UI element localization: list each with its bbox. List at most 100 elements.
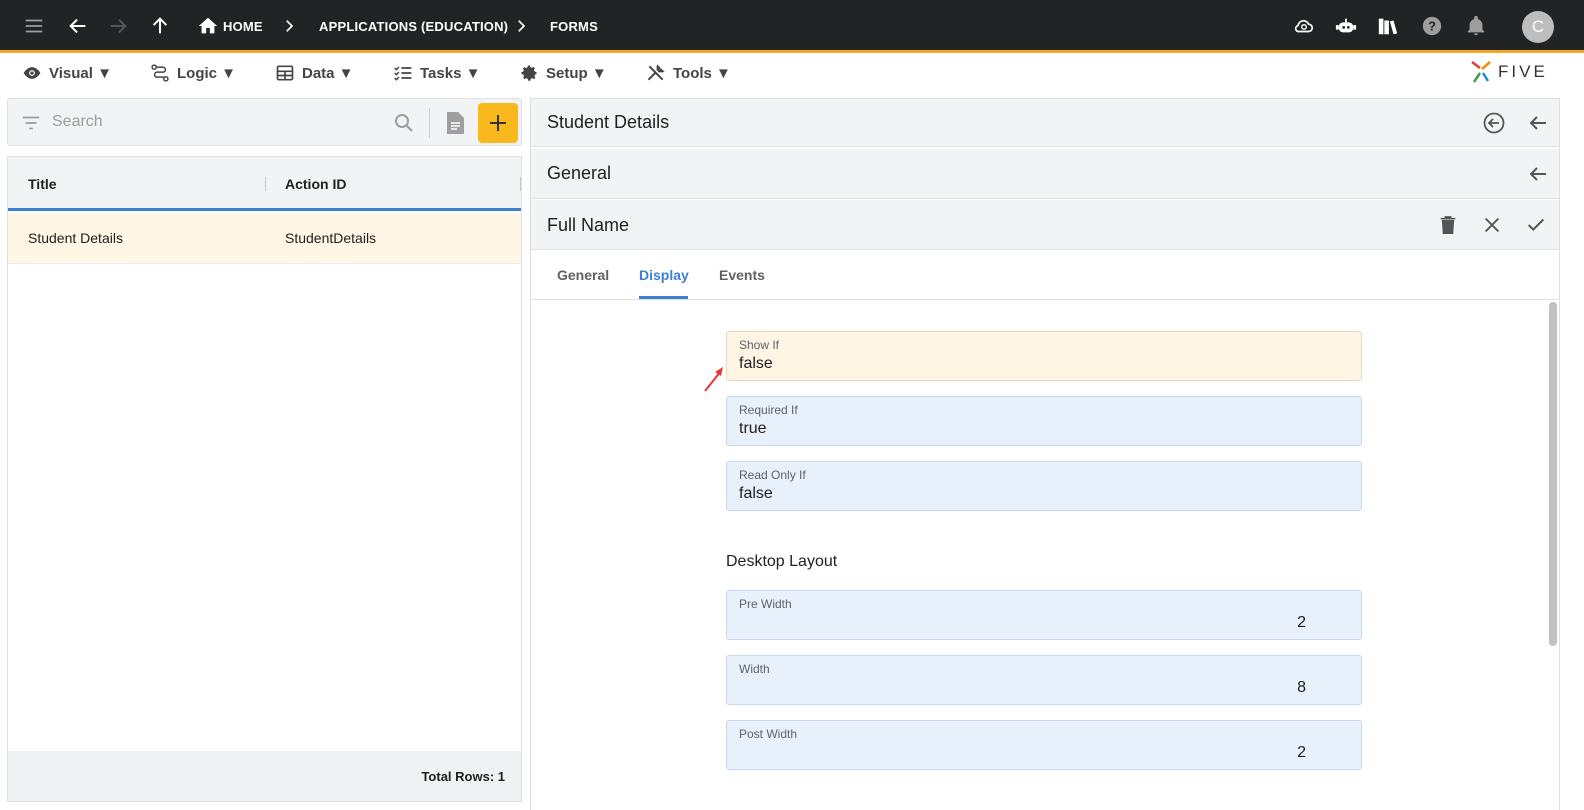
eye-icon	[23, 67, 41, 79]
display-form: Show If false Required If true Read Only…	[531, 300, 1559, 810]
field-value: 2	[1297, 614, 1306, 631]
five-logo-icon	[1471, 61, 1491, 83]
menu-setup-label: Setup ▼	[546, 64, 607, 82]
field-value: 8	[1297, 679, 1306, 696]
vertical-scrollbar[interactable]	[1549, 302, 1557, 646]
column-divider	[265, 177, 266, 191]
field-label: Show If	[739, 338, 780, 352]
required-if-field[interactable]: Required If true	[726, 396, 1362, 446]
circle-back-icon[interactable]	[1482, 111, 1506, 135]
delete-icon[interactable]	[1436, 213, 1460, 237]
menu-bar: Visual ▼ Logic ▼ Data ▼ Tasks ▼ Setup ▼ …	[0, 56, 1584, 90]
field-header: Full Name	[531, 200, 1559, 250]
document-icon[interactable]	[444, 111, 466, 135]
back-arrow-icon[interactable]	[64, 12, 92, 40]
up-arrow-icon[interactable]	[146, 12, 174, 40]
menu-logic[interactable]: Logic ▼	[150, 62, 236, 84]
five-logo: FIVE	[1470, 60, 1548, 84]
hamburger-menu-icon[interactable]	[20, 12, 48, 40]
menu-tasks[interactable]: Tasks ▼	[393, 62, 480, 84]
gear-icon	[521, 65, 537, 81]
tab-general[interactable]: General	[557, 267, 609, 283]
row-action-id-cell: StudentDetails	[285, 230, 377, 246]
search-icon[interactable]	[392, 111, 416, 135]
chevron-right-icon	[286, 20, 294, 32]
field-label: Pre Width	[739, 597, 792, 611]
section-header: General	[531, 149, 1559, 199]
menu-data[interactable]: Data ▼	[275, 62, 354, 84]
svg-text:?: ?	[1428, 19, 1436, 34]
logo-text: FIVE	[1498, 62, 1548, 81]
right-panel: Student Details General Full Name Genera…	[530, 98, 1560, 810]
field-value: false	[739, 485, 773, 502]
plus-icon	[490, 115, 506, 131]
search-input[interactable]: Search	[52, 113, 103, 131]
search-bar: Search	[7, 98, 522, 146]
tools-icon	[647, 64, 665, 81]
column-divider	[520, 177, 521, 191]
breadcrumb-forms[interactable]: FORMS	[550, 0, 598, 53]
tab-events[interactable]: Events	[719, 267, 765, 283]
help-icon[interactable]: ?	[1418, 12, 1446, 40]
chevron-right-icon	[518, 20, 526, 32]
tab-display[interactable]: Display	[639, 267, 689, 283]
table-icon	[276, 65, 294, 81]
post-width-field[interactable]: Post Width 2	[726, 720, 1362, 770]
confirm-check-icon[interactable]	[1524, 213, 1548, 237]
desktop-layout-heading: Desktop Layout	[726, 553, 838, 570]
field-title: Full Name	[547, 215, 630, 235]
menu-data-label: Data ▼	[302, 64, 354, 82]
read-only-if-field[interactable]: Read Only If false	[726, 461, 1362, 511]
checklist-icon	[394, 66, 412, 81]
grid-footer: Total Rows: 1	[8, 751, 521, 801]
filter-icon[interactable]	[20, 112, 42, 134]
left-panel: Search Title Action ID Student Details S…	[7, 98, 522, 802]
record-title: Student Details	[547, 112, 670, 132]
section-title: General	[547, 163, 612, 183]
tab-bar: General Display Events	[531, 250, 1559, 300]
active-tab-indicator	[639, 296, 688, 299]
field-label: Required If	[739, 403, 798, 417]
user-avatar[interactable]: C	[1522, 11, 1554, 43]
top-bar: HOME APPLICATIONS (EDUCATION) FORMS ? C	[0, 0, 1584, 53]
cloud-sync-icon[interactable]	[1290, 12, 1318, 40]
width-field[interactable]: Width 8	[726, 655, 1362, 705]
forward-arrow-icon[interactable]	[104, 12, 132, 40]
divider	[429, 108, 430, 138]
grid-header: Title Action ID	[8, 157, 521, 211]
field-value: true	[739, 420, 767, 437]
menu-tasks-label: Tasks ▼	[420, 64, 481, 82]
menu-tools-label: Tools ▼	[673, 64, 731, 82]
back-arrow-icon[interactable]	[1526, 111, 1550, 135]
pre-width-field[interactable]: Pre Width 2	[726, 590, 1362, 640]
records-grid: Title Action ID Student Details StudentD…	[7, 156, 522, 802]
library-books-icon[interactable]	[1374, 12, 1402, 40]
menu-visual-label: Visual ▼	[49, 64, 112, 82]
home-icon[interactable]	[194, 12, 222, 40]
field-value: false	[739, 355, 773, 372]
close-icon[interactable]	[1480, 213, 1504, 237]
chatbot-icon[interactable]	[1332, 12, 1360, 40]
menu-tools[interactable]: Tools ▼	[646, 62, 731, 84]
table-row[interactable]: Student Details StudentDetails	[8, 214, 521, 264]
field-label: Width	[739, 662, 770, 676]
record-header: Student Details	[531, 99, 1559, 147]
column-header-title[interactable]: Title	[28, 176, 57, 192]
add-button[interactable]	[478, 103, 518, 143]
menu-setup[interactable]: Setup ▼	[519, 62, 607, 84]
field-value: 2	[1297, 744, 1306, 761]
field-label: Read Only If	[739, 468, 806, 482]
breadcrumb-applications[interactable]: APPLICATIONS (EDUCATION)	[319, 0, 508, 53]
column-header-action-id[interactable]: Action ID	[285, 176, 346, 192]
field-label: Post Width	[739, 727, 798, 741]
menu-visual[interactable]: Visual ▼	[22, 62, 112, 84]
notifications-bell-icon[interactable]	[1462, 12, 1490, 40]
back-arrow-icon[interactable]	[1526, 162, 1550, 186]
menu-logic-label: Logic ▼	[177, 64, 237, 82]
red-pointer-arrow-icon	[704, 367, 723, 392]
row-title-cell: Student Details	[28, 230, 123, 246]
breadcrumb-home[interactable]: HOME	[223, 0, 263, 53]
logic-flow-icon	[151, 64, 169, 82]
show-if-field[interactable]: Show If false	[726, 331, 1362, 381]
total-rows: Total Rows: 1	[421, 769, 505, 784]
